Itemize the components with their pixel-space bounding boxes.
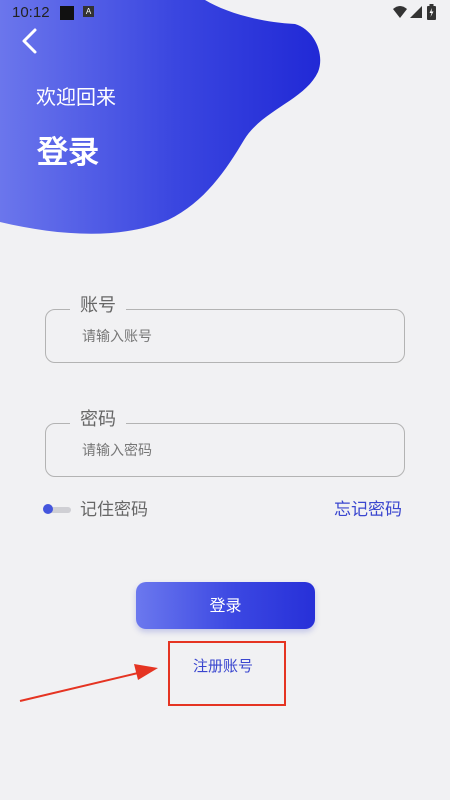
battery-icon bbox=[427, 4, 436, 20]
password-input[interactable] bbox=[80, 438, 384, 464]
remember-switch[interactable] bbox=[43, 504, 71, 516]
wifi-icon bbox=[393, 6, 407, 18]
welcome-text: 欢迎回来 bbox=[36, 85, 116, 109]
chevron-left-icon bbox=[22, 28, 37, 54]
password-field[interactable]: 密码 bbox=[45, 407, 405, 477]
account-label: 账号 bbox=[70, 293, 126, 319]
password-label: 密码 bbox=[70, 407, 126, 433]
account-input[interactable] bbox=[80, 324, 384, 350]
account-field[interactable]: 账号 bbox=[45, 293, 405, 363]
notification-square-icon bbox=[60, 6, 74, 20]
remember-label: 记住密码 bbox=[80, 500, 148, 520]
switch-knob bbox=[43, 504, 53, 514]
signal-icon bbox=[410, 6, 422, 18]
status-time: 10:12 bbox=[12, 4, 50, 21]
highlight-box bbox=[168, 641, 286, 706]
login-button[interactable]: 登录 bbox=[136, 582, 315, 629]
page-title: 登录 bbox=[37, 135, 99, 171]
notification-a-icon: A bbox=[83, 6, 94, 17]
forgot-password-link[interactable]: 忘记密码 bbox=[334, 498, 402, 522]
status-bar: 10:12 A bbox=[0, 0, 450, 26]
back-button[interactable] bbox=[16, 26, 44, 56]
